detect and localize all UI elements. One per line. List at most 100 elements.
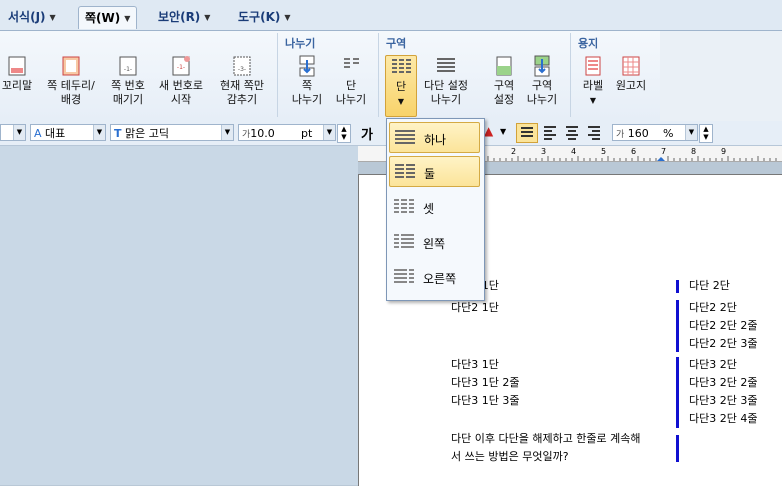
columns-option-two[interactable]: 둘 (389, 156, 480, 187)
page-break-icon (299, 55, 315, 77)
text-line: 다단3 2단 (689, 358, 737, 371)
text-line: 서 쓰는 방법은 무엇일까? (451, 450, 569, 463)
text-line: 다단3 1단 3줄 (451, 394, 520, 407)
text-line: 다단3 2단 2줄 (689, 376, 758, 389)
text-line: 다단3 1단 2줄 (451, 376, 520, 389)
ruler-label: 7 (661, 147, 667, 156)
hide-current-page-button[interactable]: -3- 현재 쪽만 감추기 (213, 55, 271, 107)
columns-button[interactable]: 단 ▼ (385, 55, 417, 117)
tab-page[interactable]: 쪽(W) ▼ (78, 6, 138, 30)
footer-button[interactable]: 꼬리말 (0, 55, 34, 93)
page-number-button[interactable]: -1- 쪽 번호 매기기 (105, 55, 151, 107)
column-divider (676, 280, 679, 293)
chevron-down-icon: ▼ (397, 97, 405, 106)
align-justify-button[interactable] (516, 123, 538, 143)
align-justify-icon (521, 127, 533, 137)
multi-column-settings-button[interactable]: 다단 설정 나누기 (419, 55, 473, 107)
chevron-down-icon[interactable]: ▼ (13, 125, 25, 140)
columns-dropdown: 하나 둘 셋 왼쪽 오른쪽 (386, 118, 485, 301)
font-size-input[interactable]: 가10.0 pt ▼ (238, 124, 336, 141)
ruler-label: 8 (691, 147, 697, 156)
column-break-button[interactable]: 단 나누기 (331, 55, 371, 107)
paragraph-style-select[interactable]: ▼ (0, 124, 26, 141)
group-title-paper: 용지 (578, 37, 599, 50)
ruler-label: 5 (601, 147, 607, 156)
divider (378, 33, 379, 117)
columns-option-left[interactable]: 왼쪽 (389, 227, 480, 258)
label-icon (585, 56, 601, 76)
font-select[interactable]: T 맑은 고딕 ▼ (110, 124, 234, 141)
ribbon-empty-area (660, 30, 782, 121)
ruler-label: 2 (511, 147, 517, 156)
columns-icon (392, 59, 411, 73)
column-divider (676, 435, 679, 462)
chevron-down-icon[interactable]: ▼ (50, 7, 56, 29)
align-left-button[interactable] (540, 123, 560, 141)
svg-text:-3-: -3- (238, 66, 246, 73)
font-color-button[interactable]: ▲ (484, 124, 493, 138)
column-break-icon (344, 58, 359, 68)
chevron-down-icon[interactable]: ▼ (124, 8, 130, 30)
align-center-button[interactable] (562, 123, 582, 141)
chevron-down-icon[interactable]: ▼ (204, 7, 210, 29)
chevron-down-icon[interactable]: ▼ (500, 127, 506, 136)
ruler-label: 9 (721, 147, 727, 156)
chevron-down-icon[interactable]: ▼ (284, 7, 290, 29)
ruler-label: 6 (631, 147, 637, 156)
font-size-spinner[interactable]: ▲ ▼ (337, 124, 351, 143)
columns-option-right[interactable]: 오른쪽 (389, 262, 480, 293)
section-break-button[interactable]: 구역 나누기 (522, 55, 562, 107)
page-number-icon: -1- (119, 56, 137, 76)
align-right-button[interactable] (584, 123, 604, 141)
section-settings-button[interactable]: 구역 설정 (486, 55, 522, 107)
columns-option-one[interactable]: 하나 (389, 122, 480, 153)
text-line: 다단 2단 (689, 279, 730, 292)
divider (570, 33, 571, 117)
page-border-button[interactable]: 쪽 테두리/배경 (42, 55, 100, 107)
three-columns-icon (394, 199, 414, 213)
ruler-label: 4 (571, 147, 577, 156)
ruler-label: 3 (541, 147, 547, 156)
section-break-icon (534, 55, 550, 77)
font-icon: T (114, 127, 122, 140)
hide-page-icon: -3- (233, 56, 251, 76)
ribbon: 꼬리말 쪽 테두리/배경 -1- 쪽 번호 매기기 -1- 새 번호로 시작 -3-… (0, 30, 660, 122)
tab-security[interactable]: 보안(R) ▼ (158, 6, 210, 28)
chevron-down-icon: ▼ (589, 96, 597, 105)
tab-tools[interactable]: 도구(K) ▼ (238, 6, 291, 28)
page-border-icon (62, 56, 80, 76)
svg-text:-1-: -1- (177, 64, 185, 71)
chevron-down-icon[interactable]: ▼ (93, 125, 105, 140)
group-title-section: 구역 (386, 37, 407, 50)
left-column-icon (394, 234, 414, 248)
bold-button[interactable]: 가 (361, 124, 373, 143)
line-spacing-input[interactable]: 가 160% ▼ (612, 124, 698, 141)
footer-icon (8, 56, 26, 76)
align-center-icon (566, 126, 578, 140)
align-left-icon (544, 126, 556, 140)
line-spacing-spinner[interactable]: ▲ ▼ (699, 124, 713, 143)
right-column-icon (394, 269, 414, 283)
indent-marker[interactable] (657, 157, 665, 161)
text-line: 다단3 2단 3줄 (689, 394, 758, 407)
chevron-down-icon[interactable]: ▼ (221, 125, 233, 140)
label-button[interactable]: 라벨 ▼ (577, 55, 609, 108)
align-right-icon (588, 126, 600, 140)
column-divider (676, 357, 679, 428)
text-line: 다단2 2단 (689, 301, 737, 314)
style-select[interactable]: A 대표 ▼ (30, 124, 106, 141)
one-column-icon (395, 130, 415, 144)
new-number-button[interactable]: -1- 새 번호로 시작 (155, 55, 207, 107)
text-line: 다단2 1단 (451, 301, 499, 314)
manuscript-paper-button[interactable]: 원고지 (611, 55, 651, 93)
columns-option-three[interactable]: 셋 (389, 192, 480, 223)
two-columns-icon (395, 164, 415, 178)
manuscript-icon (622, 56, 640, 76)
multi-column-icon (437, 58, 455, 72)
chevron-down-icon[interactable]: ▼ (323, 125, 335, 140)
page-break-button[interactable]: 쪽 나누기 (287, 55, 327, 107)
chevron-down-icon[interactable]: ▼ (685, 125, 697, 140)
divider (277, 33, 278, 117)
tab-format[interactable]: 서식(J) ▼ (8, 6, 56, 28)
group-title-break: 나누기 (285, 37, 316, 50)
